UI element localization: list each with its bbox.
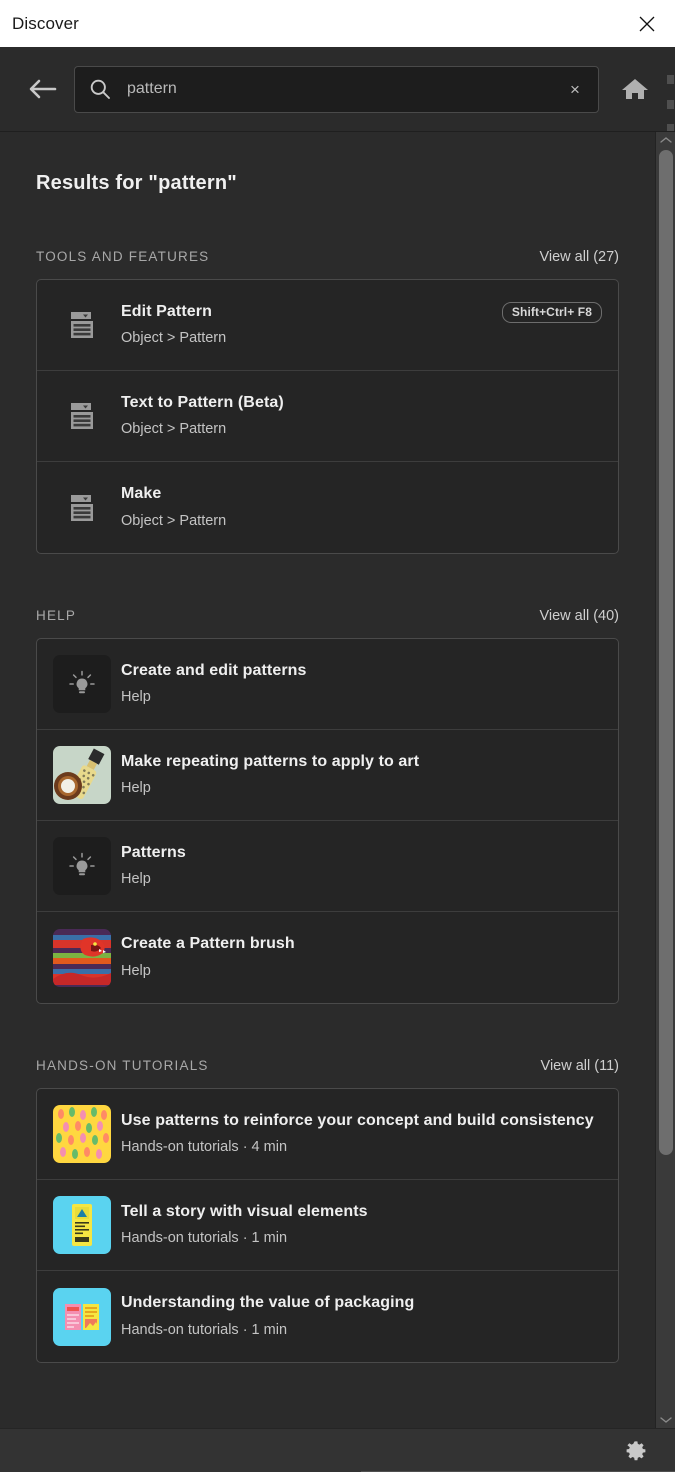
status-bar <box>0 1428 675 1472</box>
list-item-subtitle: Help <box>121 689 151 706</box>
list-item-subtitle: Help <box>121 780 151 797</box>
scroll-down-icon[interactable] <box>656 1412 675 1428</box>
page-title: Results for "pattern" <box>36 172 237 194</box>
thumbnail-cyan-layout <box>53 1287 111 1346</box>
section-label: HANDS-ON TUTORIALS <box>36 1058 209 1073</box>
section-header: TOOLS AND FEATURES View all (27) <box>36 249 619 265</box>
list-item-subtitle: Hands-on tutorials · 1 min <box>121 1230 288 1247</box>
clear-search-icon[interactable]: × <box>564 78 586 100</box>
list-item-title: Make <box>121 485 162 503</box>
list-item-body: Make Object > Pattern <box>113 484 602 531</box>
list-item[interactable]: Make repeating patterns to apply to art … <box>37 730 618 821</box>
list-item-title: Create and edit patterns <box>121 661 307 679</box>
section-hands-on-tutorials: HANDS-ON TUTORIALS View all (11) Use pat… <box>36 1058 619 1363</box>
results-list: Use patterns to reinforce your concept a… <box>36 1088 619 1363</box>
search-toolbar: × <box>0 47 675 133</box>
scrollbar-thumb[interactable] <box>659 150 673 1155</box>
list-item-subtitle: Object > Pattern <box>121 330 227 347</box>
list-item-body: Use patterns to reinforce your concept a… <box>113 1111 602 1158</box>
scrollbar-track[interactable] <box>656 148 675 1412</box>
section-help: HELP View all (40) Create and edit patte… <box>36 608 619 1004</box>
list-item-subtitle: Help <box>121 962 151 979</box>
panel-edge-marks <box>667 75 675 133</box>
list-item-title: Patterns <box>121 843 186 861</box>
window-titlebar: Discover <box>0 0 675 47</box>
list-item-title: Text to Pattern (Beta) <box>121 393 284 411</box>
view-all-link[interactable]: View all (40) <box>539 608 619 624</box>
list-item-body: Understanding the value of packaging Han… <box>113 1293 602 1340</box>
list-item-thumbnail <box>51 746 113 804</box>
list-item[interactable]: Patterns Help <box>37 821 618 912</box>
scroll-up-icon[interactable] <box>656 132 675 148</box>
list-item-thumbnail <box>51 1105 113 1163</box>
list-item-thumbnail <box>51 1287 113 1346</box>
results-list: Create and edit patterns Help Make repea… <box>36 638 619 1004</box>
list-item-body: Patterns Help <box>113 843 602 890</box>
list-item-thumbnail <box>51 1196 113 1254</box>
view-all-link[interactable]: View all (11) <box>541 1058 619 1074</box>
pattern-menu-icon <box>51 493 113 523</box>
list-item-title: Tell a story with visual elements <box>121 1202 368 1220</box>
discover-panel: Discover × <box>0 0 675 1472</box>
vertical-scrollbar[interactable] <box>655 132 675 1428</box>
section-label: TOOLS AND FEATURES <box>36 249 210 264</box>
list-item[interactable]: Understanding the value of packaging Han… <box>37 1271 618 1362</box>
pattern-menu-icon <box>51 401 113 431</box>
list-item-subtitle: Hands-on tutorials · 4 min <box>121 1139 288 1156</box>
list-item-body: Tell a story with visual elements Hands-… <box>113 1202 602 1249</box>
list-item-body: Create and edit patterns Help <box>113 661 602 708</box>
results-scroll-area: Results for "pattern" TOOLS AND FEATURES… <box>0 131 675 1428</box>
lightbulb-icon <box>53 655 111 713</box>
keyboard-shortcut-badge: Shift+Ctrl+ F8 <box>501 302 602 323</box>
section-tools-and-features: TOOLS AND FEATURES View all (27) Edit Pa… <box>36 249 619 554</box>
list-item-subtitle: Object > Pattern <box>121 421 227 438</box>
list-item-title: Create a Pattern brush <box>121 935 295 953</box>
close-icon[interactable] <box>633 10 661 38</box>
list-item-body: Make repeating patterns to apply to art … <box>113 752 602 799</box>
section-label: HELP <box>36 608 77 623</box>
list-item-body: Text to Pattern (Beta) Object > Pattern <box>113 393 602 440</box>
list-item[interactable]: Make Object > Pattern <box>37 462 618 553</box>
list-item[interactable]: Create and edit patterns Help <box>37 639 618 730</box>
list-item-title: Make repeating patterns to apply to art <box>121 752 420 770</box>
list-item[interactable]: Text to Pattern (Beta) Object > Pattern <box>37 371 618 462</box>
list-item-title: Use patterns to reinforce your concept a… <box>121 1111 594 1129</box>
search-icon <box>89 78 111 100</box>
arrow-left-icon[interactable] <box>22 69 62 109</box>
search-input[interactable] <box>127 80 564 98</box>
results-list: Edit Pattern Object > Pattern Shift+Ctrl… <box>36 279 619 554</box>
pattern-menu-icon <box>51 310 113 340</box>
section-header: HANDS-ON TUTORIALS View all (11) <box>36 1058 619 1074</box>
section-header: HELP View all (40) <box>36 608 619 624</box>
gear-icon[interactable] <box>623 1438 649 1464</box>
thumbnail-bottle <box>53 746 111 804</box>
list-item-subtitle: Hands-on tutorials · 1 min <box>121 1321 288 1338</box>
list-item-thumbnail <box>51 655 113 713</box>
list-item[interactable]: Create a Pattern brush Help <box>37 912 618 1003</box>
thumbnail-cyan-poster <box>53 1196 111 1254</box>
home-icon[interactable] <box>613 67 657 111</box>
thumbnail-dragon <box>53 928 111 987</box>
list-item[interactable]: Tell a story with visual elements Hands-… <box>37 1180 618 1271</box>
thumbnail-yellow-pattern <box>53 1105 111 1163</box>
view-all-link[interactable]: View all (27) <box>539 249 619 265</box>
list-item[interactable]: Use patterns to reinforce your concept a… <box>37 1089 618 1180</box>
list-item[interactable]: Edit Pattern Object > Pattern Shift+Ctrl… <box>37 280 618 371</box>
list-item-subtitle: Object > Pattern <box>121 512 227 529</box>
list-item-thumbnail <box>51 928 113 987</box>
window-title: Discover <box>12 13 79 33</box>
lightbulb-icon <box>53 837 111 895</box>
list-item-subtitle: Help <box>121 871 151 888</box>
list-item-thumbnail <box>51 837 113 895</box>
list-item-body: Create a Pattern brush Help <box>113 934 602 981</box>
results-content: Results for "pattern" TOOLS AND FEATURES… <box>0 132 655 1428</box>
search-box[interactable]: × <box>74 65 599 113</box>
list-item-title: Understanding the value of packaging <box>121 1294 415 1312</box>
